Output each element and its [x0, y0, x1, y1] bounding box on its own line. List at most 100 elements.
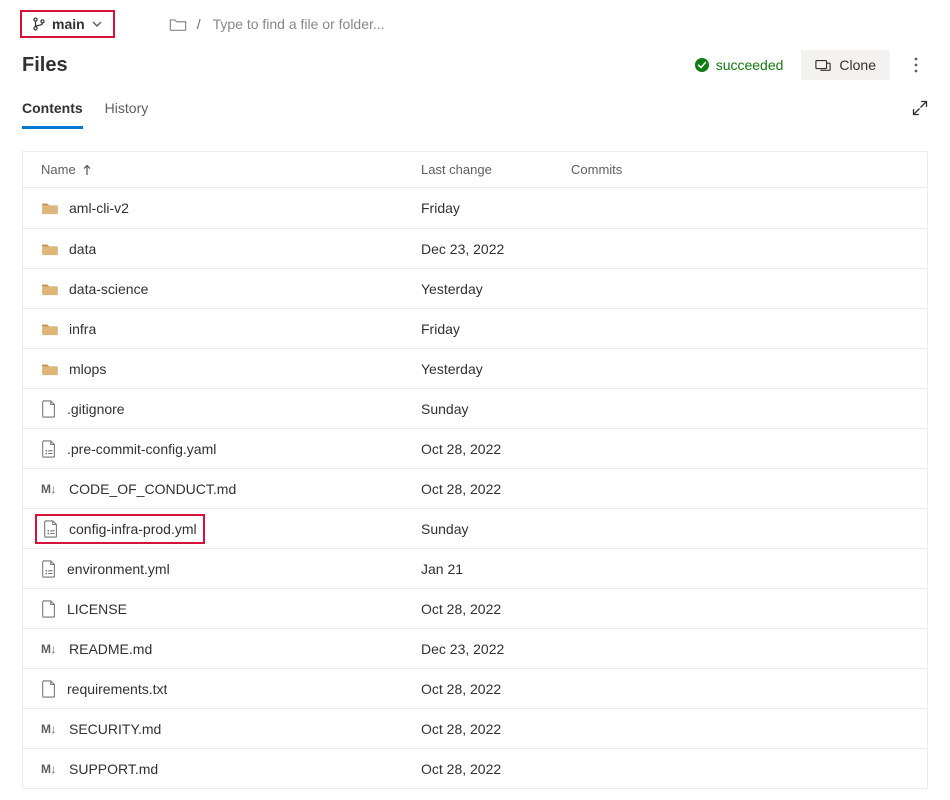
- file-name: config-infra-prod.yml: [69, 521, 197, 537]
- page-title: Files: [22, 54, 694, 77]
- file-name-cell: M↓SECURITY.md: [41, 721, 421, 737]
- file-name-cell: infra: [41, 321, 421, 337]
- file-name-cell: data: [41, 241, 421, 257]
- file-name: aml-cli-v2: [69, 200, 129, 216]
- file-icon: [41, 400, 57, 418]
- column-last-change[interactable]: Last change: [421, 162, 571, 177]
- fullscreen-button[interactable]: [912, 100, 928, 125]
- file-name: CODE_OF_CONDUCT.md: [69, 481, 236, 497]
- file-name: environment.yml: [67, 561, 170, 577]
- status-label: succeeded: [716, 57, 784, 73]
- tabs: Contents History: [0, 84, 950, 129]
- expand-icon: [912, 100, 928, 116]
- column-name-label: Name: [41, 162, 76, 177]
- file-name: requirements.txt: [67, 681, 167, 697]
- file-name: data: [69, 241, 96, 257]
- table-row[interactable]: M↓README.mdDec 23, 2022: [23, 628, 927, 668]
- file-name: SUPPORT.md: [69, 761, 158, 777]
- tab-contents[interactable]: Contents: [22, 96, 83, 129]
- yaml-icon: [41, 560, 57, 578]
- table-row[interactable]: M↓SECURITY.mdOct 28, 2022: [23, 708, 927, 748]
- table-row[interactable]: data Dec 23, 2022: [23, 228, 927, 268]
- file-name-cell: config-infra-prod.yml: [41, 514, 421, 544]
- last-change: Yesterday: [421, 281, 571, 297]
- sort-asc-icon: [82, 164, 92, 176]
- file-name: SECURITY.md: [69, 721, 161, 737]
- table-row[interactable]: M↓ SUPPORT.md Oct 28, 2022: [23, 748, 927, 788]
- folder-icon: [41, 362, 59, 376]
- file-name: .gitignore: [67, 401, 125, 417]
- file-table: Name Last change Commits aml-cli-v2Frida…: [22, 151, 928, 789]
- file-name: infra: [69, 321, 96, 337]
- file-name-cell: M↓ README.md: [41, 641, 421, 657]
- more-vertical-icon: [914, 57, 918, 73]
- branch-selector[interactable]: main: [20, 10, 115, 38]
- table-row[interactable]: data-science Yesterday: [23, 268, 927, 308]
- table-body: aml-cli-v2Friday dataDec 23, 2022 data-s…: [23, 188, 927, 788]
- folder-icon: [41, 322, 59, 336]
- file-name: .pre-commit-config.yaml: [67, 441, 216, 457]
- table-row[interactable]: environment.ymlJan 21: [23, 548, 927, 588]
- markdown-icon: M↓: [41, 762, 59, 776]
- build-status[interactable]: succeeded: [694, 57, 784, 73]
- highlighted-file: config-infra-prod.yml: [35, 514, 205, 544]
- table-row[interactable]: .gitignore Sunday: [23, 388, 927, 428]
- chevron-down-icon: [91, 18, 103, 30]
- success-icon: [694, 57, 710, 73]
- file-name: data-science: [69, 281, 148, 297]
- file-name: mlops: [69, 361, 106, 377]
- branch-icon: [32, 17, 46, 31]
- column-name[interactable]: Name: [41, 162, 421, 177]
- last-change: Oct 28, 2022: [421, 721, 571, 737]
- clone-label: Clone: [839, 57, 876, 73]
- last-change: Friday: [421, 321, 571, 337]
- column-commits[interactable]: Commits: [571, 162, 909, 177]
- last-change: Oct 28, 2022: [421, 441, 571, 457]
- file-name-cell: LICENSE: [41, 600, 421, 618]
- file-name: README.md: [69, 641, 152, 657]
- yaml-icon: [41, 440, 57, 458]
- file-name-cell: environment.yml: [41, 560, 421, 578]
- file-name-cell: .pre-commit-config.yaml: [41, 440, 421, 458]
- last-change: Oct 28, 2022: [421, 601, 571, 617]
- file-name: LICENSE: [67, 601, 127, 617]
- table-row[interactable]: M↓ CODE_OF_CONDUCT.md Oct 28, 2022: [23, 468, 927, 508]
- table-header: Name Last change Commits: [23, 152, 927, 188]
- top-bar: main /: [0, 0, 950, 46]
- table-row[interactable]: LICENSE Oct 28, 2022: [23, 588, 927, 628]
- more-actions-button[interactable]: [904, 53, 928, 77]
- last-change: Sunday: [421, 521, 571, 537]
- table-row[interactable]: requirements.txt Oct 28, 2022: [23, 668, 927, 708]
- clone-icon: [815, 58, 831, 72]
- last-change: Oct 28, 2022: [421, 681, 571, 697]
- file-name-cell: M↓ SUPPORT.md: [41, 761, 421, 777]
- folder-icon: [41, 201, 59, 215]
- file-name-cell: requirements.txt: [41, 680, 421, 698]
- table-row[interactable]: aml-cli-v2Friday: [23, 188, 927, 228]
- file-name-cell: M↓ CODE_OF_CONDUCT.md: [41, 481, 421, 497]
- file-name-cell: aml-cli-v2: [41, 200, 421, 216]
- file-name-cell: mlops: [41, 361, 421, 377]
- file-icon: [41, 600, 57, 618]
- table-row[interactable]: infra Friday: [23, 308, 927, 348]
- page-header: Files succeeded Clone: [0, 46, 950, 84]
- last-change: Sunday: [421, 401, 571, 417]
- table-row[interactable]: mlops Yesterday: [23, 348, 927, 388]
- clone-button[interactable]: Clone: [801, 50, 890, 80]
- markdown-icon: M↓: [41, 482, 59, 496]
- path-breadcrumb: /: [169, 15, 471, 33]
- folder-icon: [41, 242, 59, 256]
- tab-history[interactable]: History: [105, 96, 149, 129]
- table-row[interactable]: config-infra-prod.yml Sunday: [23, 508, 927, 548]
- path-search-input[interactable]: [211, 15, 471, 33]
- markdown-icon: M↓: [41, 642, 59, 656]
- yaml-icon: [43, 520, 59, 538]
- table-row[interactable]: .pre-commit-config.yaml Oct 28, 2022: [23, 428, 927, 468]
- file-icon: [41, 680, 57, 698]
- last-change: Yesterday: [421, 361, 571, 377]
- branch-label: main: [52, 16, 85, 32]
- file-name-cell: .gitignore: [41, 400, 421, 418]
- last-change: Oct 28, 2022: [421, 481, 571, 497]
- last-change: Oct 28, 2022: [421, 761, 571, 777]
- last-change: Dec 23, 2022: [421, 241, 571, 257]
